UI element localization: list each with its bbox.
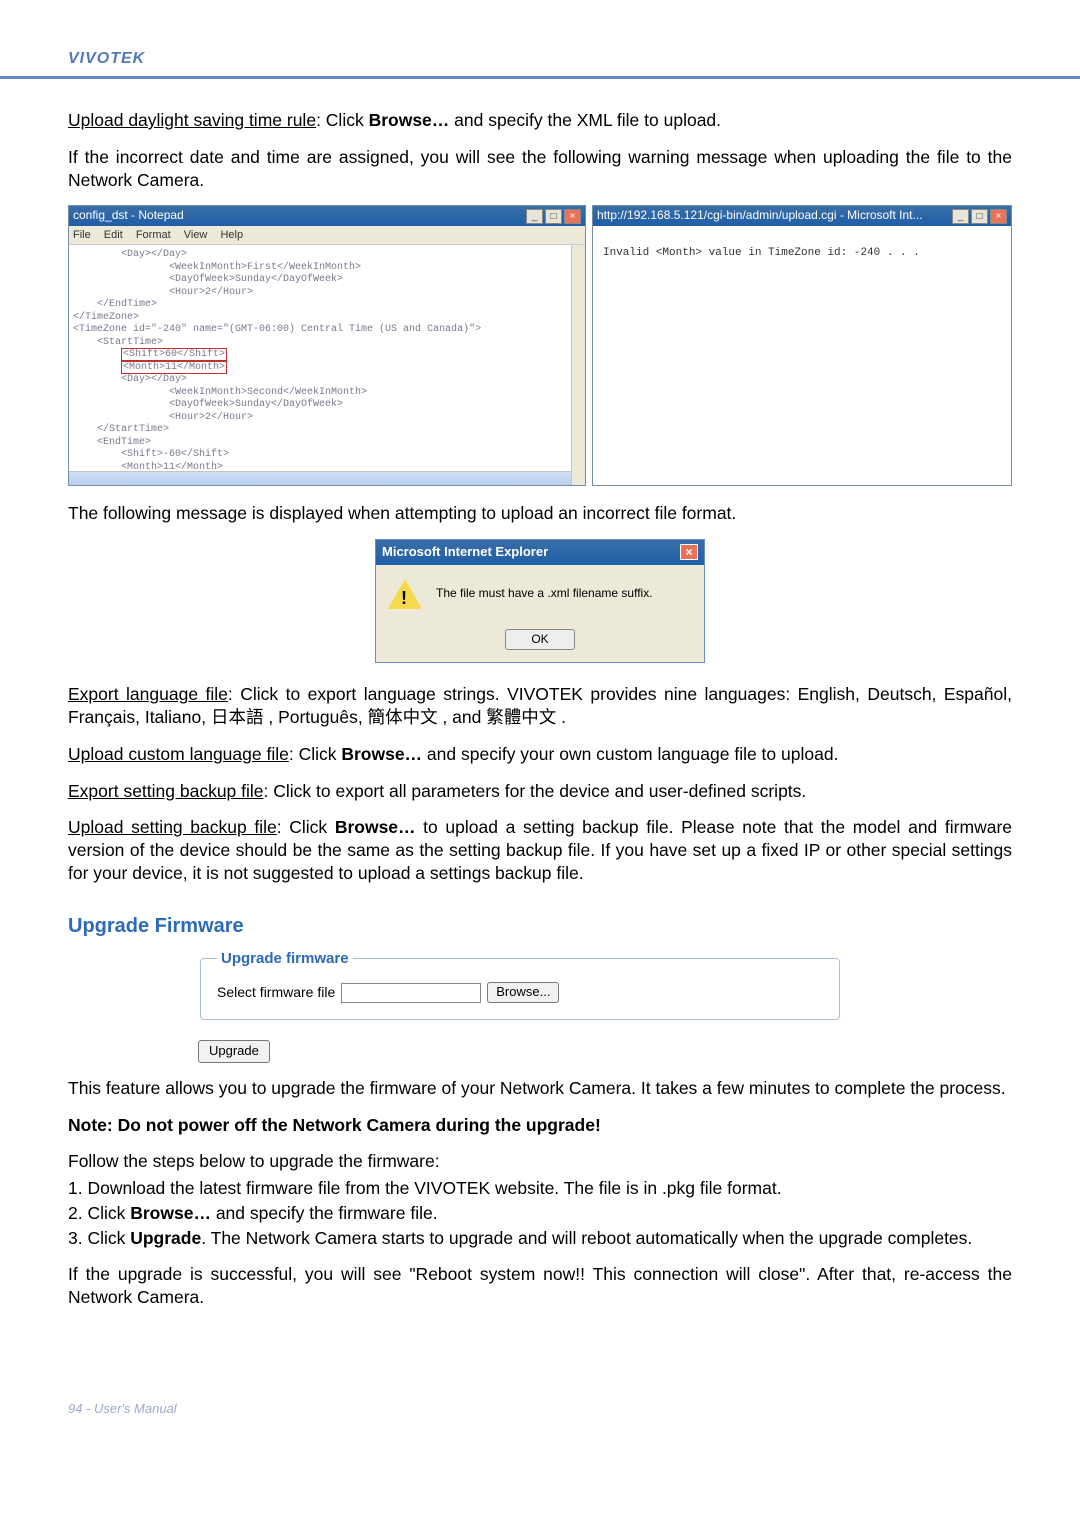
maximize-icon[interactable]: □ — [971, 209, 988, 224]
browse-term: Browse… — [369, 110, 450, 130]
notepad-body[interactable]: <Day></Day> <WeekInMonth>First</WeekInMo… — [69, 245, 585, 485]
highlighted-month: <Month>11</Month> — [121, 361, 227, 374]
close-icon[interactable]: × — [564, 209, 581, 224]
dialog-titlebar: Microsoft Internet Explorer × — [376, 540, 704, 565]
close-icon[interactable]: × — [680, 544, 698, 560]
notepad-window: config_dst - Notepad _ □ × File Edit For… — [68, 205, 586, 486]
label-export-lang: Export language file — [68, 684, 228, 704]
minimize-icon[interactable]: _ — [952, 209, 969, 224]
label-upload-backup: Upload setting backup file — [68, 817, 277, 837]
scrollbar-vertical[interactable] — [571, 245, 585, 485]
firmware-file-input[interactable] — [341, 983, 481, 1003]
step-2: 2. Click Browse… and specify the firmwar… — [68, 1202, 1012, 1225]
dialog-title-text: Microsoft Internet Explorer — [382, 544, 548, 561]
menu-help[interactable]: Help — [220, 229, 243, 241]
brand-logo: VIVOTEK — [68, 50, 145, 67]
para-upload-backup: Upload setting backup file: Click Browse… — [68, 816, 1012, 884]
page-footer: 94 - User's Manual — [0, 1393, 1080, 1424]
notepad-titlebar: config_dst - Notepad _ □ × — [69, 206, 585, 226]
menu-format[interactable]: Format — [136, 229, 171, 241]
label-export-backup: Export setting backup file — [68, 781, 264, 801]
highlighted-shift: <Shift>60</Shift> — [121, 348, 227, 361]
menu-file[interactable]: File — [73, 229, 91, 241]
label-upload-lang: Upload custom language file — [68, 744, 289, 764]
para-export-lang: Export language file: Click to export la… — [68, 683, 1012, 729]
dialog-message: The file must have a .xml filename suffi… — [436, 586, 653, 602]
para-upload-lang: Upload custom language file: Click Brows… — [68, 743, 1012, 766]
ie-dialog: Microsoft Internet Explorer × The file m… — [375, 539, 705, 663]
upgrade-note: Note: Do not power off the Network Camer… — [68, 1114, 1012, 1137]
steps-intro: Follow the steps below to upgrade the fi… — [68, 1150, 1012, 1173]
select-firmware-label: Select firmware file — [217, 983, 335, 1001]
screenshot-pair: config_dst - Notepad _ □ × File Edit For… — [68, 205, 1012, 486]
step-3: 3. Click Upgrade. The Network Camera sta… — [68, 1227, 1012, 1250]
para-warning-intro: If the incorrect date and time are assig… — [68, 146, 1012, 192]
warning-icon — [388, 579, 422, 609]
label-upload-dst: Upload daylight saving time rule — [68, 110, 316, 130]
minimize-icon[interactable]: _ — [526, 209, 543, 224]
ie-title-text: http://192.168.5.121/cgi-bin/admin/uploa… — [597, 208, 923, 224]
para-wrong-format: The following message is displayed when … — [68, 502, 1012, 525]
upgrade-button[interactable]: Upgrade — [198, 1040, 270, 1063]
close-icon[interactable]: × — [990, 209, 1007, 224]
maximize-icon[interactable]: □ — [545, 209, 562, 224]
ie-error-window: http://192.168.5.121/cgi-bin/admin/uploa… — [592, 205, 1012, 486]
notepad-menu: File Edit Format View Help — [69, 226, 585, 245]
para-upgrade-success: If the upgrade is successful, you will s… — [68, 1263, 1012, 1309]
para-upload-dst: Upload daylight saving time rule: Click … — [68, 109, 1012, 132]
step-1: 1. Download the latest firmware file fro… — [68, 1177, 1012, 1200]
para-upgrade-desc: This feature allows you to upgrade the f… — [68, 1077, 1012, 1100]
browse-button[interactable]: Browse... — [487, 982, 559, 1003]
menu-edit[interactable]: Edit — [104, 229, 123, 241]
para-export-backup: Export setting backup file: Click to exp… — [68, 780, 1012, 803]
ie-titlebar: http://192.168.5.121/cgi-bin/admin/uploa… — [593, 206, 1011, 226]
scrollbar-horizontal[interactable] — [69, 471, 571, 485]
upgrade-firmware-heading: Upgrade Firmware — [68, 913, 1012, 939]
notepad-title-text: config_dst - Notepad — [73, 208, 184, 224]
upgrade-legend: Upgrade firmware — [217, 949, 353, 969]
menu-view[interactable]: View — [184, 229, 208, 241]
ok-button[interactable]: OK — [505, 629, 575, 651]
ie-error-body: Invalid <Month> value in TimeZone id: -2… — [593, 226, 1011, 346]
upgrade-firmware-fieldset: Upgrade firmware Select firmware file Br… — [200, 949, 840, 1020]
